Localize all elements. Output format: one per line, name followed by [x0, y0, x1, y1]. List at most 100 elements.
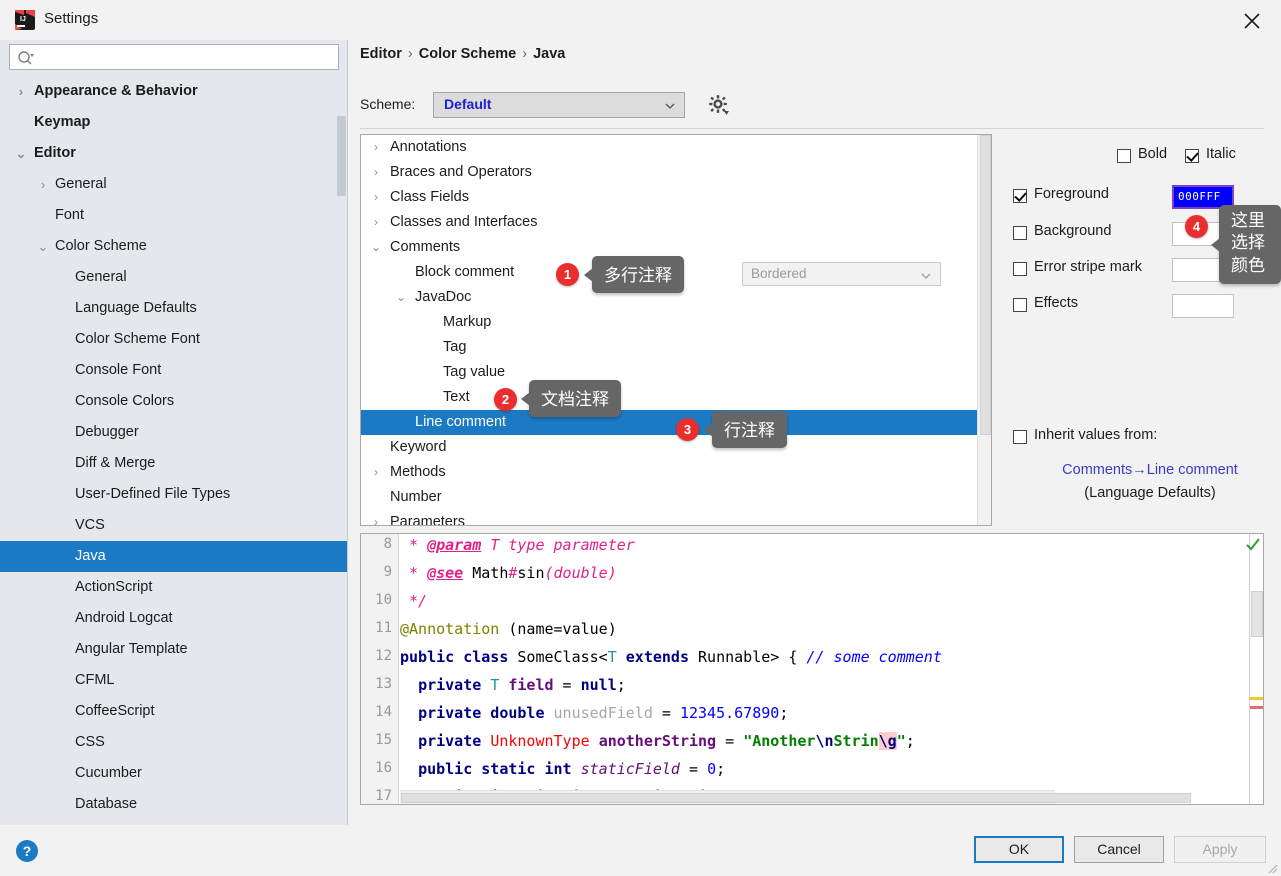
effects-checkbox[interactable] — [1013, 298, 1027, 312]
code-text[interactable]: * @param T type parameter * @see Math#si… — [400, 534, 1055, 804]
attribute-row-class-fields[interactable]: › Class Fields — [361, 185, 991, 210]
sidebar-scrollbar[interactable] — [337, 76, 346, 825]
effects-color-swatch[interactable] — [1172, 294, 1234, 318]
annotation-badge-1: 1 — [556, 263, 579, 286]
sidebar-item-cucumber[interactable]: Cucumber — [0, 758, 347, 789]
attribute-row-tag-value[interactable]: Tag value — [361, 360, 991, 385]
attribute-row-keyword[interactable]: Keyword — [361, 435, 991, 460]
effects-label: Effects — [1034, 295, 1079, 311]
sidebar-item-java[interactable]: Java — [0, 541, 347, 572]
breadcrumb-item[interactable]: Java — [533, 46, 565, 62]
sidebar-item-database[interactable]: Database — [0, 789, 347, 820]
sidebar-item-keymap[interactable]: Keymap — [0, 107, 347, 138]
sidebar-item-css[interactable]: CSS — [0, 727, 347, 758]
inherit-source-scope: (Language Defaults) — [1084, 485, 1216, 501]
window-title: Settings — [44, 10, 99, 27]
sidebar-tree[interactable]: › Appearance & Behavior Keymap ⌄ Editor › Gene… — [0, 76, 347, 825]
effects-type-combobox[interactable]: Bordered — [742, 262, 941, 286]
sidebar-item-angular-template[interactable]: Angular Template — [0, 634, 347, 665]
sidebar-item-appearance-behavior[interactable]: › Appearance & Behavior — [0, 76, 347, 107]
attribute-row-parameters[interactable]: › Parameters — [361, 510, 991, 525]
line-number: 17 — [375, 788, 392, 804]
preview-horizontal-scrollbar[interactable] — [400, 790, 1191, 804]
sidebar-item-label: Angular Template — [75, 641, 188, 657]
attribute-row-number[interactable]: Number — [361, 485, 991, 510]
sidebar-item-diff-merge[interactable]: Diff & Merge — [0, 448, 347, 479]
line-number: 10 — [375, 592, 392, 608]
italic-checkbox[interactable] — [1185, 149, 1199, 163]
background-checkbox[interactable] — [1013, 226, 1027, 240]
sidebar-item-coffeescript[interactable]: CoffeeScript — [0, 696, 347, 727]
chevron-right-icon[interactable]: › — [369, 460, 383, 485]
chevron-right-icon[interactable]: › — [369, 135, 383, 160]
attributes-scrollbar-thumb[interactable] — [980, 135, 991, 435]
breadcrumb-item[interactable]: Editor — [360, 46, 402, 62]
line-number: 8 — [383, 536, 392, 552]
breadcrumb-item[interactable]: Color Scheme — [419, 46, 517, 62]
chevron-down-icon[interactable]: ⌄ — [394, 285, 408, 310]
preview-horizontal-scrollbar-thumb[interactable] — [401, 793, 1191, 803]
sidebar-item-editor[interactable]: ⌄ Editor — [0, 138, 347, 169]
close-icon[interactable] — [1239, 8, 1265, 34]
color-attributes-tree[interactable]: › Annotations › Braces and Operators › Class … — [360, 134, 992, 526]
resize-grip[interactable] — [1266, 861, 1278, 874]
inherit-source-link[interactable]: Comments→Line comment — [1026, 462, 1274, 478]
sidebar-item-vcs[interactable]: VCS — [0, 510, 347, 541]
line-number: 12 — [375, 648, 392, 664]
sidebar-item-console-colors[interactable]: Console Colors — [0, 386, 347, 417]
code-preview[interactable]: 8 9 10 11 12 13 14 15 16 17 * @param T type param… — [360, 533, 1264, 805]
chevron-right-icon[interactable]: › — [369, 160, 383, 185]
error-stripe-mark-indicator[interactable] — [1250, 706, 1263, 709]
chevron-down-icon[interactable]: ⌄ — [36, 231, 50, 262]
cancel-button[interactable]: Cancel — [1074, 836, 1164, 863]
attribute-row-tag[interactable]: Tag — [361, 335, 991, 360]
annotation-badge-4: 4 — [1185, 215, 1208, 238]
attribute-row-annotations[interactable]: › Annotations — [361, 135, 991, 160]
sidebar-scrollbar-thumb[interactable] — [337, 116, 346, 196]
chevron-right-icon[interactable]: › — [369, 210, 383, 235]
apply-button[interactable]: Apply — [1174, 836, 1266, 863]
attribute-row-markup[interactable]: Markup — [361, 310, 991, 335]
foreground-checkbox[interactable] — [1013, 189, 1027, 203]
attributes-scrollbar[interactable] — [977, 135, 991, 525]
inherit-values-checkbox[interactable] — [1013, 430, 1027, 444]
sidebar-item-console-font[interactable]: Console Font — [0, 355, 347, 386]
sidebar-item-font[interactable]: Font — [0, 200, 347, 231]
search-box[interactable] — [9, 44, 339, 70]
scheme-combobox[interactable]: Default — [433, 92, 685, 118]
sidebar-item-color-scheme[interactable]: ⌄ Color Scheme — [0, 231, 347, 262]
sidebar-item-general[interactable]: General — [0, 262, 347, 293]
chevron-right-icon[interactable]: › — [14, 76, 28, 107]
line-number-gutter: 8 9 10 11 12 13 14 15 16 17 — [361, 534, 399, 804]
chevron-down-icon[interactable]: ⌄ — [369, 235, 383, 260]
bold-checkbox[interactable] — [1117, 149, 1131, 163]
error-stripe-mark-checkbox[interactable] — [1013, 262, 1027, 276]
chevron-right-icon[interactable]: › — [369, 185, 383, 210]
sidebar-item-debugger[interactable]: Debugger — [0, 417, 347, 448]
sidebar-item-language-defaults[interactable]: Language Defaults — [0, 293, 347, 324]
search-input[interactable] — [38, 45, 336, 69]
attribute-row-label: Keyword — [390, 439, 447, 455]
attribute-row-label: Comments — [390, 239, 461, 255]
ok-button[interactable]: OK — [974, 836, 1064, 863]
chevron-down-icon[interactable]: ⌄ — [14, 138, 28, 169]
gear-icon[interactable] — [708, 94, 730, 116]
sidebar-item-label: Cucumber — [75, 765, 142, 781]
sidebar-item-general[interactable]: › General — [0, 169, 347, 200]
attribute-row-classes-and-interfaces[interactable]: › Classes and Interfaces — [361, 210, 991, 235]
warning-stripe-mark[interactable] — [1250, 697, 1263, 700]
sidebar-item-label: Keymap — [34, 114, 91, 130]
preview-scrollbar-thumb[interactable] — [1251, 591, 1263, 637]
help-button[interactable]: ? — [16, 840, 38, 862]
error-stripe-panel[interactable] — [1246, 534, 1263, 804]
sidebar-item-color-scheme-font[interactable]: Color Scheme Font — [0, 324, 347, 355]
attribute-row-braces-and-operators[interactable]: › Braces and Operators — [361, 160, 991, 185]
sidebar-item-actionscript[interactable]: ActionScript — [0, 572, 347, 603]
chevron-right-icon[interactable]: › — [369, 510, 383, 525]
sidebar-item-cfml[interactable]: CFML — [0, 665, 347, 696]
attribute-row-methods[interactable]: › Methods — [361, 460, 991, 485]
sidebar-item-user-defined-file-types[interactable]: User-Defined File Types — [0, 479, 347, 510]
sidebar-item-android-logcat[interactable]: Android Logcat — [0, 603, 347, 634]
chevron-right-icon[interactable]: › — [36, 169, 50, 200]
attribute-row-text[interactable]: Text — [361, 385, 991, 410]
